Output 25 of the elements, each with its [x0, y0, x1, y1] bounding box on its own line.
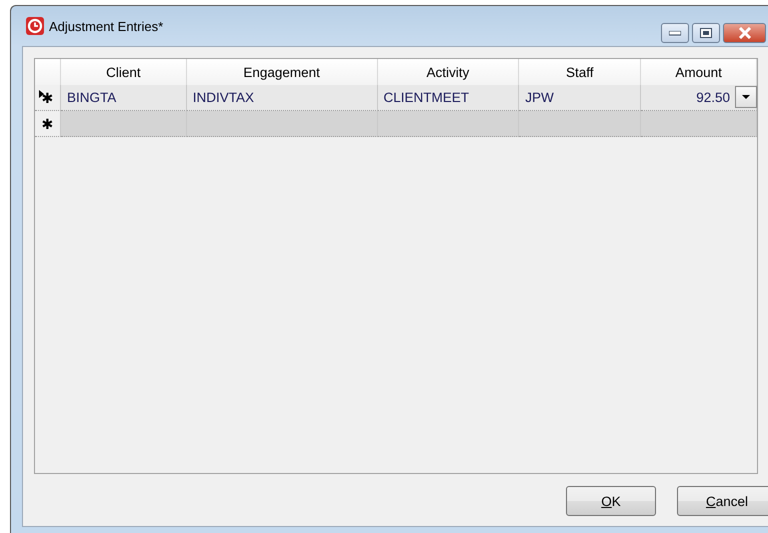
- ok-button[interactable]: OK: [566, 486, 656, 516]
- column-header[interactable]: Engagement: [186, 59, 378, 86]
- maximize-button[interactable]: [692, 23, 720, 43]
- table-cell: JPW: [519, 85, 642, 111]
- column-header[interactable]: Amount: [641, 59, 757, 86]
- minimize-button[interactable]: [661, 23, 689, 43]
- close-button[interactable]: [723, 23, 766, 43]
- maximize-icon: [700, 28, 712, 38]
- cancel-button[interactable]: Cancel: [677, 486, 768, 516]
- header-corner: [35, 59, 61, 86]
- current-row-icon: [39, 90, 44, 98]
- app-icon: [26, 17, 44, 35]
- row-marker[interactable]: ✱: [41, 90, 54, 106]
- minimize-icon: [669, 30, 681, 36]
- close-icon: [738, 27, 752, 39]
- table-cell: INDIVTAX: [186, 85, 378, 111]
- dropdown-button[interactable]: [735, 86, 757, 108]
- column-header[interactable]: Activity: [378, 59, 520, 86]
- table-cell: BINGTA: [60, 85, 187, 111]
- table-cell: CLIENTMEET: [378, 85, 520, 111]
- row-marker[interactable]: ✱: [41, 116, 54, 132]
- column-header[interactable]: Client: [60, 59, 187, 86]
- caret-icon: [742, 95, 750, 99]
- column-header[interactable]: Staff: [519, 59, 642, 86]
- window-title: Adjustment Entries*: [49, 18, 164, 34]
